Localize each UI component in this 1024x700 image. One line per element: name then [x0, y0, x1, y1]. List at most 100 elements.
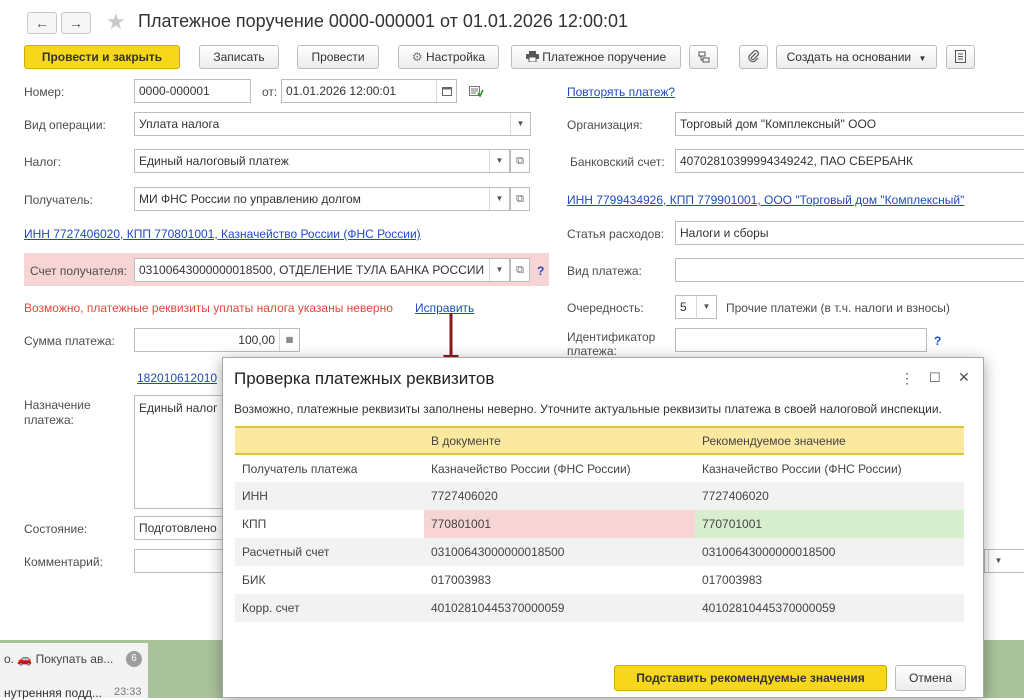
table-row[interactable]: Получатель платежа Казначейство России (…: [235, 454, 964, 482]
arrow-left-icon: ←: [35, 15, 49, 31]
column-header-recommended: Рекомендуемое значение: [695, 426, 964, 455]
calculator-icon[interactable]: ▦: [279, 329, 299, 351]
partial-select[interactable]: ▼: [984, 549, 1024, 573]
row-document-value: 7727406020: [424, 482, 695, 510]
table-row[interactable]: БИК 017003983 017003983: [235, 566, 964, 594]
repeat-payment-link[interactable]: Повторять платеж?: [567, 85, 675, 99]
organization-inn-link[interactable]: ИНН 7799434926, КПП 779901001, ООО "Торг…: [567, 193, 964, 207]
create-based-on-button[interactable]: Создать на основании ▼: [776, 45, 937, 69]
structure-button[interactable]: [689, 45, 718, 69]
priority-value: 5: [680, 300, 687, 314]
chevron-down-icon[interactable]: ▼: [510, 113, 530, 135]
hierarchy-icon: [698, 50, 710, 64]
row-document-value-mismatch: 770801001: [424, 510, 695, 538]
forward-button[interactable]: →: [61, 12, 91, 34]
post-and-close-button[interactable]: Провести и закрыть: [24, 45, 180, 69]
attach-button[interactable]: [739, 45, 768, 69]
row-document-value: 017003983: [431, 573, 492, 587]
organization-field[interactable]: Торговый дом "Комплексный" ООО: [675, 112, 1024, 136]
chat-preview[interactable]: о. 🚗 Покупать ав...: [4, 652, 113, 666]
identifier-label-line2: платежа:: [567, 344, 617, 358]
number-field[interactable]: 0000-000001: [134, 79, 251, 103]
favorite-star-icon[interactable]: ★: [106, 9, 126, 35]
close-icon[interactable]: ✕: [958, 369, 970, 386]
bank-account-field[interactable]: 40702810399994349242, ПАО СБЕРБАНК: [675, 149, 1024, 173]
comment-field[interactable]: [134, 549, 234, 573]
row-recommended-value: 03100643000000018500: [695, 538, 964, 566]
date-value: 01.01.2026 12:00:01: [286, 84, 397, 98]
paperclip-icon: [747, 50, 760, 64]
open-icon[interactable]: ⧉: [510, 187, 530, 211]
table-row[interactable]: КПП 770801001 770701001: [235, 510, 964, 538]
number-label: Номер:: [24, 85, 65, 99]
list-icon: [955, 50, 966, 64]
amount-value: 100,00: [238, 333, 275, 347]
chevron-down-icon[interactable]: ▼: [489, 259, 509, 281]
row-name: ИНН: [235, 482, 424, 510]
apply-recommended-button[interactable]: Подставить рекомендуемые значения: [614, 665, 887, 691]
recipient-select[interactable]: МИ ФНС России по управлению долгом ▼: [134, 187, 510, 211]
table-header-row: В документе Рекомендуемое значение: [235, 426, 964, 455]
arrow-right-icon: →: [69, 15, 83, 31]
warning-text: Возможно, платежные реквизиты уплаты нал…: [24, 301, 393, 315]
open-icon[interactable]: ⧉: [510, 149, 530, 173]
chat-list: о. 🚗 Покупать ав... 6 нутренняя подд... …: [0, 643, 148, 700]
help-icon[interactable]: ?: [537, 264, 544, 278]
row-name: КПП: [242, 517, 267, 531]
tax-select[interactable]: Единый налоговый платеж ▼: [134, 149, 510, 173]
maximize-icon[interactable]: ☐: [929, 370, 941, 386]
identifier-field[interactable]: [675, 328, 927, 352]
dialog-note: Возможно, платежные реквизиты заполнены …: [234, 402, 942, 416]
chevron-down-icon[interactable]: ▼: [988, 550, 1008, 572]
amount-field[interactable]: 100,00 ▦: [134, 328, 300, 352]
help-icon[interactable]: ?: [934, 334, 941, 348]
chat-time: 23:33: [114, 686, 142, 698]
row-name: Получатель платежа: [242, 461, 358, 476]
document-history-icon[interactable]: [469, 86, 484, 101]
settings-button[interactable]: ⚙ Настройка: [398, 45, 499, 69]
more-icon[interactable]: ⋮: [900, 370, 914, 387]
table-row[interactable]: ИНН 7727406020 7727406020: [235, 482, 964, 510]
priority-label: Очередность:: [567, 301, 644, 315]
recipient-inn-link[interactable]: ИНН 7727406020, КПП 770801001, Казначейс…: [24, 227, 421, 241]
more-menu-button[interactable]: [946, 45, 975, 69]
table-row[interactable]: Корр. счет 40102810445370000059 40102810…: [235, 594, 964, 622]
purpose-label-line2: платежа:: [24, 413, 74, 427]
post-button[interactable]: Провести: [297, 45, 379, 69]
save-button[interactable]: Записать: [199, 45, 279, 69]
back-button[interactable]: ←: [27, 12, 57, 34]
calendar-icon[interactable]: [436, 80, 456, 102]
print-label: Платежное поручение: [542, 50, 667, 64]
row-recommended-value: 017003983: [702, 573, 763, 587]
chevron-down-icon[interactable]: ▼: [489, 150, 509, 172]
chevron-down-icon[interactable]: ▼: [696, 296, 716, 318]
unread-badge: 6: [126, 651, 142, 667]
recipient-account-select[interactable]: 03100643000000018500, ОТДЕЛЕНИЕ ТУЛА БАН…: [134, 258, 510, 282]
priority-description: Прочие платежи (в т.ч. налоги и взносы): [726, 301, 950, 315]
date-field[interactable]: 01.01.2026 12:00:01: [281, 79, 457, 103]
kbk-link[interactable]: 182010612010: [137, 371, 217, 385]
page-title: Платежное поручение 0000-000001 от 01.01…: [138, 11, 628, 31]
operation-select[interactable]: Уплата налога ▼: [134, 112, 531, 136]
payment-type-field[interactable]: [675, 258, 1024, 282]
priority-select[interactable]: 5 ▼: [675, 295, 717, 319]
print-button[interactable]: Платежное поручение: [511, 45, 681, 69]
open-icon[interactable]: ⧉: [510, 258, 530, 282]
purpose-label-line1: Назначение: [24, 398, 91, 412]
expense-field[interactable]: Налоги и сборы: [675, 221, 1024, 245]
requisites-table: В документе Рекомендуемое значение Получ…: [235, 426, 964, 622]
tax-label: Налог:: [24, 155, 61, 169]
chevron-down-icon[interactable]: ▼: [489, 188, 509, 210]
state-field[interactable]: Подготовлено: [134, 516, 234, 540]
purpose-label: Назначение платежа:: [24, 398, 91, 428]
purpose-field[interactable]: Единый налог: [134, 395, 234, 509]
payment-type-label: Вид платежа:: [567, 264, 642, 278]
table-row[interactable]: Расчетный счет 03100643000000018500 0310…: [235, 538, 964, 566]
recipient-value: МИ ФНС России по управлению долгом: [139, 192, 361, 206]
check-payment-details-dialog: Проверка платежных реквизитов ⋮ ☐ ✕ Возм…: [222, 357, 984, 698]
cancel-button[interactable]: Отмена: [895, 665, 966, 691]
identifier-label: Идентификатор платежа:: [567, 330, 655, 358]
row-recommended-value-highlight: 770701001: [695, 510, 964, 538]
row-name: БИК: [242, 573, 266, 587]
state-label: Состояние:: [24, 522, 88, 536]
